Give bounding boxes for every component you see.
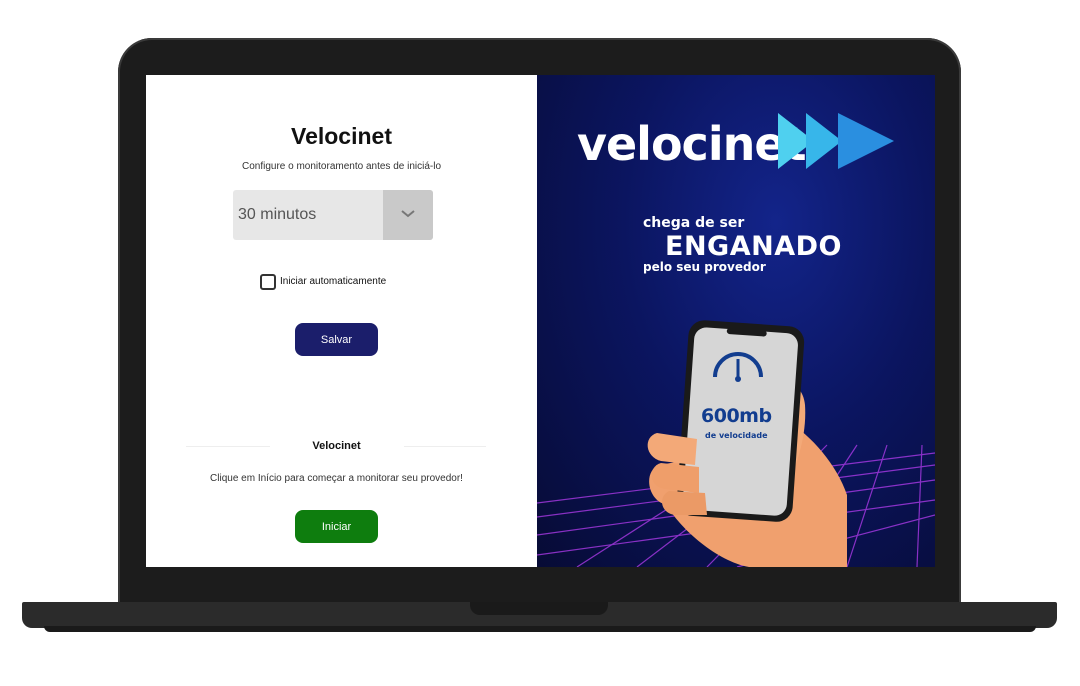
start-button[interactable]: Iniciar [295,510,378,543]
section-description: Clique em Início para começar a monitora… [210,473,463,484]
auto-start-label: Iniciar automaticamente [280,276,387,287]
interval-select[interactable]: 30 minutos [233,190,433,240]
speed-value: 600mb [701,405,772,427]
save-button[interactable]: Salvar [295,323,378,356]
laptop-notch [470,602,608,615]
promo-line-1: chega de ser [643,215,745,231]
auto-start-checkbox[interactable] [260,274,276,290]
promo-banner: velocinet chega de ser ENGANADO pelo seu… [537,75,935,567]
config-panel: Velocinet Configure o monitoramento ante… [146,75,537,567]
hand-with-phone-illustration [647,320,847,567]
promo-line-3: pelo seu provedor [643,260,766,274]
chevron-down-icon[interactable] [383,190,433,240]
page-subtitle: Configure o monitoramento antes de inici… [242,161,441,172]
page-title: Velocinet [291,123,392,149]
section-title: Velocinet [312,440,361,452]
interval-select-value: 30 minutos [238,206,317,223]
speed-caption: de velocidade [705,431,768,440]
app-screen: Velocinet Configure o monitoramento ante… [146,75,935,567]
brand-logo-text: velocinet [577,117,807,171]
promo-line-2: ENGANADO [665,231,842,262]
laptop-base-shadow [44,626,1036,632]
play-arrows-icon [778,113,894,169]
